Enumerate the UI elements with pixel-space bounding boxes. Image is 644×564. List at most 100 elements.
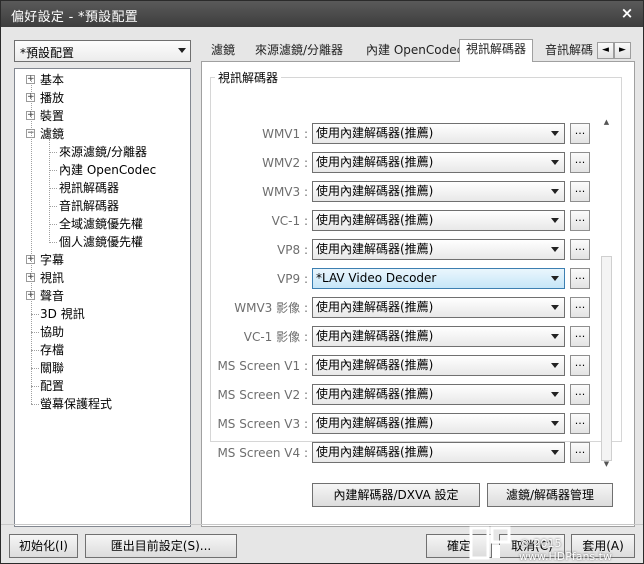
decoder-options-button[interactable]: ... xyxy=(570,239,590,260)
tree-item[interactable]: 關聯 xyxy=(40,359,64,377)
export-settings-button[interactable]: 匯出目前設定(S)... xyxy=(85,534,237,558)
decoder-label: WMV2 : xyxy=(262,156,308,170)
decoder-select[interactable]: 使用內建解碼器(推薦) xyxy=(312,210,565,231)
decoder-select-value: 使用內建解碼器(推薦) xyxy=(316,213,434,227)
tab-scroll-left-icon[interactable]: ◄ xyxy=(597,42,614,59)
decoder-select[interactable]: 使用內建解碼器(推薦) xyxy=(312,181,565,202)
chevron-down-icon xyxy=(551,131,559,136)
initialize-button[interactable]: 初始化(I) xyxy=(9,534,78,558)
tree-item-label: 關聯 xyxy=(40,361,65,375)
tree-item[interactable]: 聲音 xyxy=(40,287,64,305)
decoder-select[interactable]: 使用內建解碼器(推薦) xyxy=(312,297,565,318)
tree-item[interactable]: 配置 xyxy=(40,377,64,395)
decoder-label: MS Screen V4 : xyxy=(217,446,308,460)
chevron-down-icon xyxy=(551,334,559,339)
decoder-label: VC-1 : xyxy=(271,214,308,228)
tree-item-label: 來源濾鏡/分離器 xyxy=(59,145,148,159)
tab-3[interactable]: 內建 OpenCodec xyxy=(360,41,469,61)
tree-item[interactable]: 音訊解碼器 xyxy=(59,197,119,215)
decoder-select[interactable]: 使用內建解碼器(推薦) xyxy=(312,326,565,347)
decoder-options-button[interactable]: ... xyxy=(570,384,590,405)
tree-item[interactable]: 協助 xyxy=(40,323,64,341)
decoder-label: WMV1 : xyxy=(262,127,308,141)
scrollbar-thumb[interactable] xyxy=(601,256,612,461)
category-tree[interactable]: 基本 + 播放 + 裝置 + 濾鏡 − 來源濾鏡/分離器 內建 OpenCodec 視訊解碼器 音訊解… xyxy=(14,68,191,527)
close-icon[interactable]: × xyxy=(619,5,635,21)
tree-item[interactable]: 內建 OpenCodec xyxy=(59,161,156,179)
decoder-select[interactable]: 使用內建解碼器(推薦) xyxy=(312,152,565,173)
chevron-down-icon xyxy=(551,363,559,368)
tree-item[interactable]: 存檔 xyxy=(40,341,64,359)
decoder-options-button[interactable]: ... xyxy=(570,355,590,376)
tree-item-label: 協助 xyxy=(40,325,65,339)
tree-item[interactable]: 視訊解碼器 xyxy=(59,179,119,197)
tree-trunk-line xyxy=(31,79,32,404)
scroll-down-icon[interactable]: ▼ xyxy=(602,460,611,469)
decoder-label: MS Screen V2 : xyxy=(217,388,308,402)
filter-manager-button[interactable]: 濾鏡/解碼器管理 xyxy=(487,483,613,507)
tab-1[interactable]: 濾鏡 xyxy=(205,41,241,61)
ok-button[interactable]: 確定 xyxy=(426,534,492,558)
vertical-scrollbar[interactable]: ▲ ▼ xyxy=(601,116,612,471)
decoder-select-value: 使用內建解碼器(推薦) xyxy=(316,329,434,343)
tree-item[interactable]: 裝置 xyxy=(40,107,64,125)
tab-2[interactable]: 來源濾鏡/分離器 xyxy=(249,41,349,61)
decoder-label: WMV3 : xyxy=(262,185,308,199)
apply-button[interactable]: 套用(A) xyxy=(571,534,635,558)
decoder-options-button[interactable]: ... xyxy=(570,442,590,463)
title-bar[interactable]: 偏好設定 - *預設配置 × xyxy=(1,1,643,27)
decoder-select-value: 使用內建解碼器(推薦) xyxy=(316,300,434,314)
decoder-select[interactable]: 使用內建解碼器(推薦) xyxy=(312,413,565,434)
tab-strip: 濾鏡 來源濾鏡/分離器 內建 OpenCodec 視訊解碼器 音訊解碼 ◄ ► xyxy=(201,39,635,62)
decoder-options-button[interactable]: ... xyxy=(570,152,590,173)
tab-4[interactable]: 視訊解碼器 xyxy=(459,39,534,62)
profile-select-value: *預設配置 xyxy=(20,46,75,60)
tree-item-label: 配置 xyxy=(40,379,65,393)
decoder-select[interactable]: 使用內建解碼器(推薦) xyxy=(312,239,565,260)
tree-item-label: 個人濾鏡優先權 xyxy=(59,235,144,249)
decoder-options-button[interactable]: ... xyxy=(570,181,590,202)
decoder-select[interactable]: 使用內建解碼器(推薦) xyxy=(312,355,565,376)
tab-5[interactable]: 音訊解碼 xyxy=(539,41,597,61)
decoder-select-value: 使用內建解碼器(推薦) xyxy=(316,387,434,401)
tree-item[interactable]: 3D 視訊 xyxy=(40,305,85,323)
tree-connector xyxy=(49,170,57,171)
tree-item[interactable]: 字幕 xyxy=(40,251,64,269)
preferences-window: 偏好設定 - *預設配置 × *預設配置 基本 + 播放 + 裝置 + 濾鏡 − 來源濾鏡/分離… xyxy=(0,0,644,564)
decoder-select-value: 使用內建解碼器(推薦) xyxy=(316,126,434,140)
tree-item-label: 濾鏡 xyxy=(40,127,65,141)
decoder-options-button[interactable]: ... xyxy=(570,123,590,144)
profile-select[interactable]: *預設配置 xyxy=(14,40,191,62)
cancel-button[interactable]: 取消(C) xyxy=(499,534,565,558)
tree-item[interactable]: 基本 xyxy=(40,71,64,89)
tree-connector xyxy=(31,368,39,369)
decoder-select-value: 使用內建解碼器(推薦) xyxy=(316,242,434,256)
decoder-options-button[interactable]: ... xyxy=(570,297,590,318)
tree-item[interactable]: 視訊 xyxy=(40,269,64,287)
decoder-options-button[interactable]: ... xyxy=(570,326,590,347)
decoder-options-button[interactable]: ... xyxy=(570,413,590,434)
chevron-down-icon xyxy=(178,48,186,53)
tree-item[interactable]: 螢幕保護程式 xyxy=(40,395,112,413)
tree-item-label: 音訊解碼器 xyxy=(59,199,120,213)
decoder-select[interactable]: 使用內建解碼器(推薦) xyxy=(312,384,565,405)
decoder-select-value: 使用內建解碼器(推薦) xyxy=(316,445,434,459)
decoder-select[interactable]: *LAV Video Decoder xyxy=(312,268,565,289)
tab-scroll-right-icon[interactable]: ► xyxy=(614,42,631,59)
decoder-select-value: 使用內建解碼器(推薦) xyxy=(316,155,434,169)
scroll-up-icon[interactable]: ▲ xyxy=(602,118,611,127)
tree-item[interactable]: 個人濾鏡優先權 xyxy=(59,233,143,251)
dxva-settings-button[interactable]: 內建解碼器/DXVA 設定 xyxy=(312,483,480,507)
decoder-select[interactable]: 使用內建解碼器(推薦) xyxy=(312,123,565,144)
tree-item[interactable]: 濾鏡 xyxy=(40,125,64,143)
chevron-down-icon xyxy=(551,276,559,281)
tree-connector xyxy=(31,404,39,405)
decoder-options-button[interactable]: ... xyxy=(570,268,590,289)
decoder-select[interactable]: 使用內建解碼器(推薦) xyxy=(312,442,565,463)
tree-item[interactable]: 全域濾鏡優先權 xyxy=(59,215,143,233)
tree-item[interactable]: 來源濾鏡/分離器 xyxy=(59,143,147,161)
decoder-label: VC-1 影像 : xyxy=(243,330,308,344)
tree-item[interactable]: 播放 xyxy=(40,89,64,107)
tree-connector xyxy=(31,386,39,387)
decoder-options-button[interactable]: ... xyxy=(570,210,590,231)
